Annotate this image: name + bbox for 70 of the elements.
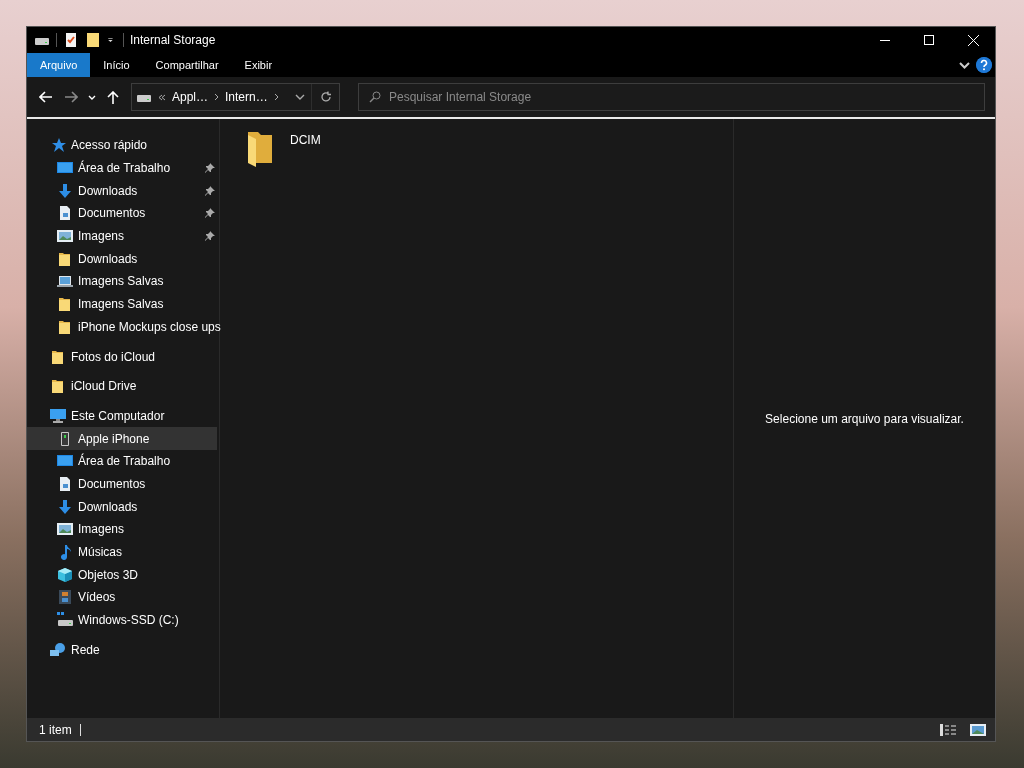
help-icon[interactable] [976,57,992,73]
folder-icon [57,318,73,335]
maximize-icon [924,35,934,45]
computer-icon [50,407,66,424]
expand-ribbon-icon[interactable] [959,62,970,69]
nav-item[interactable]: Imagens [27,518,217,541]
window-title: Internal Storage [130,33,217,47]
document-icon [57,205,73,222]
nav-item[interactable]: Vídeos [27,586,217,609]
folder-icon [50,378,66,395]
folder-icon [57,296,73,313]
hidden-path-chevron-icon[interactable] [158,93,166,101]
chevron-right-icon[interactable] [273,93,279,101]
up-arrow-icon [107,90,119,104]
nav-item[interactable]: Apple iPhone [27,427,217,450]
nav-item[interactable]: Rede [27,638,217,662]
nav-item[interactable]: Acesso rápido [27,134,217,157]
large-icons-view-button[interactable] [967,723,989,736]
star-icon [50,137,66,154]
drive-icon [57,612,73,629]
nav-item[interactable]: Imagens Salvas [27,292,217,316]
nav-item[interactable]: Este Computador [27,404,217,428]
file-item[interactable]: DCIM [246,129,733,167]
folder-icon [57,250,73,267]
nav-item[interactable]: Área de Trabalho [27,156,217,180]
properties-checklist-icon[interactable] [63,32,79,48]
download-arrow-icon [57,498,73,515]
ribbon-tab[interactable]: Exibir [231,53,286,77]
close-icon [967,34,979,46]
network-icon [50,641,66,658]
cube-icon [57,566,73,583]
folder-icon [246,129,274,167]
new-folder-icon[interactable] [85,32,101,48]
folder-icon [50,348,66,365]
nav-item[interactable]: Músicas [27,540,217,564]
picture-icon [57,228,73,245]
file-name: DCIM [290,132,321,147]
nav-item[interactable]: Downloads [27,247,217,271]
film-icon [57,589,73,606]
search-field[interactable]: Pesquisar Internal Storage [358,83,985,111]
forward-arrow-icon [64,91,78,103]
chevron-down-icon[interactable] [295,94,305,100]
nav-item[interactable]: Área de Trabalho [27,449,217,473]
nav-item[interactable]: Imagens [27,224,217,248]
laptop-icon [57,273,73,290]
nav-item[interactable]: Fotos do iCloud [27,345,217,368]
ribbon-tab[interactable]: Início [90,53,143,77]
address-bar[interactable]: Appl… Intern… [131,83,340,111]
download-arrow-icon [57,182,73,199]
refresh-icon [319,91,332,103]
picture-icon [57,521,73,538]
ribbon-tab[interactable]: Arquivo [27,53,91,77]
nav-item[interactable]: Downloads [27,179,217,203]
preview-message: Selecione um arquivo para visualizar. [765,411,964,426]
details-view-button[interactable] [937,723,959,736]
breadcrumb[interactable]: Intern… [225,90,268,104]
back-arrow-icon [38,91,52,103]
document-icon [57,475,73,492]
nav-item[interactable]: Documentos [27,202,217,225]
nav-item[interactable]: Downloads [27,495,217,518]
nav-item[interactable]: Documentos [27,472,217,496]
nav-item[interactable]: Objetos 3D [27,563,217,587]
breadcrumb[interactable]: Appl… [172,90,209,104]
nav-item[interactable]: Windows-SSD (C:) [27,608,217,632]
nav-item[interactable]: Imagens Salvas [27,270,217,293]
nav-item[interactable]: iCloud Drive [27,374,217,398]
ribbon-tab[interactable]: Compartilhar [142,53,232,77]
item-count: 1 item [39,722,72,737]
chevron-down-icon [88,94,96,100]
chevron-right-icon[interactable] [214,93,220,101]
